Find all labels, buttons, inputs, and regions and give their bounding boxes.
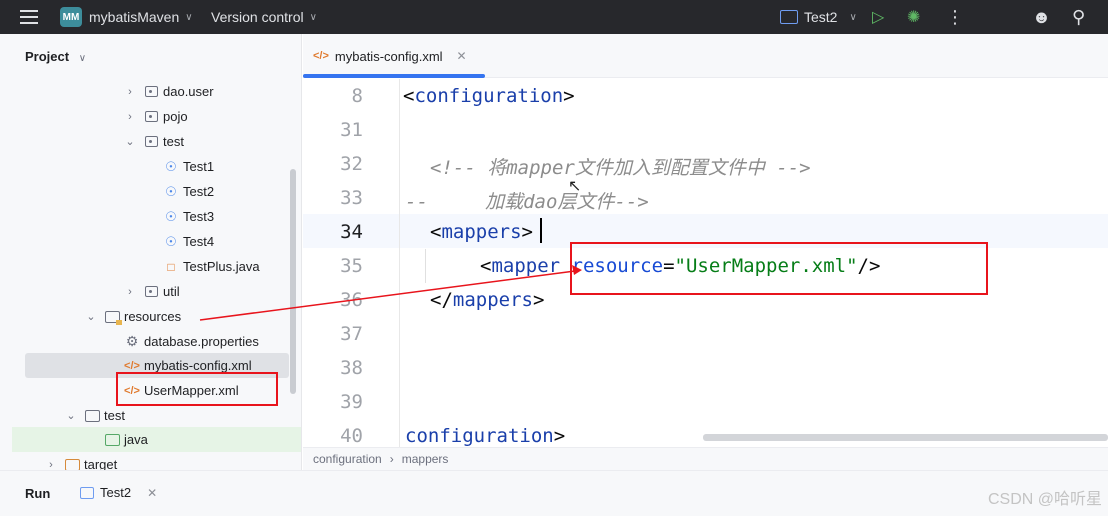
active-tab-indicator: [303, 74, 485, 78]
line-number: 37: [340, 323, 363, 345]
run-tab-test2[interactable]: Test2 ✕: [80, 485, 157, 500]
tree-item-test-package[interactable]: ⌄ test: [0, 129, 301, 154]
line-number: 38: [340, 357, 363, 379]
run-configuration-selector[interactable]: Test2 ∨: [780, 0, 857, 34]
folder-icon: [84, 409, 100, 422]
run-label[interactable]: Run: [25, 486, 50, 501]
tree-item-test-folder[interactable]: ⌄ test: [0, 403, 301, 428]
gear-icon: ⚙: [125, 333, 139, 349]
project-selector[interactable]: mybatisMaven ∨: [89, 0, 193, 34]
breadcrumb-item-mappers[interactable]: mappers: [402, 452, 449, 466]
tree-item-test2[interactable]: ☉ Test2: [0, 179, 301, 204]
project-scrollbar[interactable]: [290, 169, 296, 394]
run-tool-window-bar: Run Test2 ✕ CSDN @哈听星: [0, 470, 1108, 516]
tree-item-pojo[interactable]: › pojo: [0, 104, 301, 129]
more-options-icon[interactable]: ⋮: [946, 0, 964, 34]
test-class-icon: ☉: [165, 233, 177, 249]
main-menu-icon[interactable]: [18, 0, 40, 34]
debug-icon[interactable]: ✺: [907, 0, 920, 34]
package-icon: [144, 86, 158, 97]
tab-mybatis-config-xml[interactable]: </> mybatis-config.xml ✕: [313, 34, 467, 78]
editor-tabs: </> mybatis-config.xml ✕: [303, 34, 1108, 78]
code-line-33-comment: -- 加载dao层文件-->: [405, 191, 649, 213]
close-icon[interactable]: ✕: [457, 49, 467, 63]
line-number: 34: [340, 221, 363, 243]
tree-item-test3[interactable]: ☉ Test3: [0, 204, 301, 229]
chevron-right-icon[interactable]: ›: [123, 286, 137, 298]
chevron-down-icon: ∨: [309, 11, 317, 23]
tree-item-resources[interactable]: ⌄ resources: [0, 304, 301, 329]
resources-folder-icon: [104, 310, 122, 325]
project-badge[interactable]: MM: [60, 7, 82, 27]
code-line-34: <mappers>: [430, 221, 533, 243]
tree-item-target[interactable]: › target: [0, 452, 301, 471]
run-config-icon: [780, 10, 798, 24]
tree-item-testplus-java[interactable]: □ TestPlus.java: [0, 254, 301, 279]
tree-item-dao-user[interactable]: › dao.user: [0, 79, 301, 104]
mouse-cursor-icon: ↖: [568, 178, 582, 195]
tree-item-util[interactable]: › util: [0, 279, 301, 304]
annotation-box-mapper-line: [570, 242, 988, 295]
project-name: mybatisMaven: [89, 9, 180, 25]
watermark: CSDN @哈听星: [987, 491, 1102, 508]
close-icon[interactable]: ✕: [147, 486, 157, 500]
code-line-8: <configuration>: [403, 85, 575, 107]
package-icon: [144, 286, 158, 297]
tree-item-test1[interactable]: ☉ Test1: [0, 154, 301, 179]
line-number: 32: [340, 153, 363, 175]
code-line-32-comment: <!-- 将mapper文件加入到配置文件中 -->: [430, 157, 811, 179]
breadcrumb-item-configuration[interactable]: configuration: [313, 452, 382, 466]
search-icon[interactable]: ⚲: [1072, 0, 1085, 34]
project-panel-header[interactable]: Project ∨: [25, 49, 86, 64]
text-caret: [540, 218, 542, 243]
chevron-down-icon[interactable]: ⌄: [64, 409, 78, 422]
breadcrumb: configuration › mappers: [303, 447, 1108, 470]
xml-file-icon: </>: [313, 50, 329, 62]
tree-item-java[interactable]: java: [12, 427, 301, 452]
tree-item-test4[interactable]: ☉ Test4: [0, 229, 301, 254]
line-number: 35: [340, 255, 363, 277]
line-number: 36: [340, 289, 363, 311]
chevron-down-icon[interactable]: ⌄: [123, 135, 137, 148]
chevron-down-icon: ∨: [185, 11, 193, 23]
line-number: 31: [340, 119, 363, 141]
version-control-label: Version control: [211, 9, 304, 25]
chevron-down-icon[interactable]: ⌄: [84, 310, 98, 323]
chevron-right-icon[interactable]: ›: [123, 86, 137, 98]
tree-item-database-properties[interactable]: ⚙ database.properties: [0, 329, 301, 354]
test-class-icon: ☉: [165, 208, 177, 224]
code-line-36: </mappers>: [430, 289, 545, 311]
chevron-down-icon: ∨: [849, 11, 857, 23]
chevron-right-icon[interactable]: ›: [44, 459, 58, 471]
run-config-icon: [80, 486, 94, 499]
folder-icon: [104, 433, 120, 446]
breadcrumb-separator: ›: [389, 452, 394, 466]
chevron-right-icon[interactable]: ›: [123, 111, 137, 123]
test-class-icon: ☉: [165, 183, 177, 199]
indent-guide: [399, 79, 400, 447]
title-bar: MM mybatisMaven ∨ Version control ∨ Test…: [0, 0, 1108, 34]
java-file-icon: □: [167, 259, 175, 274]
run-icon[interactable]: ▷: [872, 0, 884, 34]
line-number: 40: [340, 425, 363, 447]
add-user-icon[interactable]: ☻: [1032, 0, 1051, 34]
editor-horizontal-scrollbar[interactable]: [703, 434, 1108, 441]
line-number: 39: [340, 391, 363, 413]
annotation-box-usermapper: [116, 372, 278, 406]
run-config-label: Test2: [804, 9, 838, 25]
package-icon: [144, 111, 158, 122]
line-number: 8: [351, 85, 363, 107]
version-control-menu[interactable]: Version control ∨: [211, 0, 317, 34]
line-number: 33: [340, 187, 363, 209]
package-icon: [144, 136, 158, 147]
code-line-40: configuration>: [405, 425, 566, 447]
indent-guide: [425, 249, 426, 283]
test-class-icon: ☉: [165, 158, 177, 174]
folder-icon: [64, 458, 80, 470]
chevron-down-icon: ∨: [78, 53, 87, 64]
